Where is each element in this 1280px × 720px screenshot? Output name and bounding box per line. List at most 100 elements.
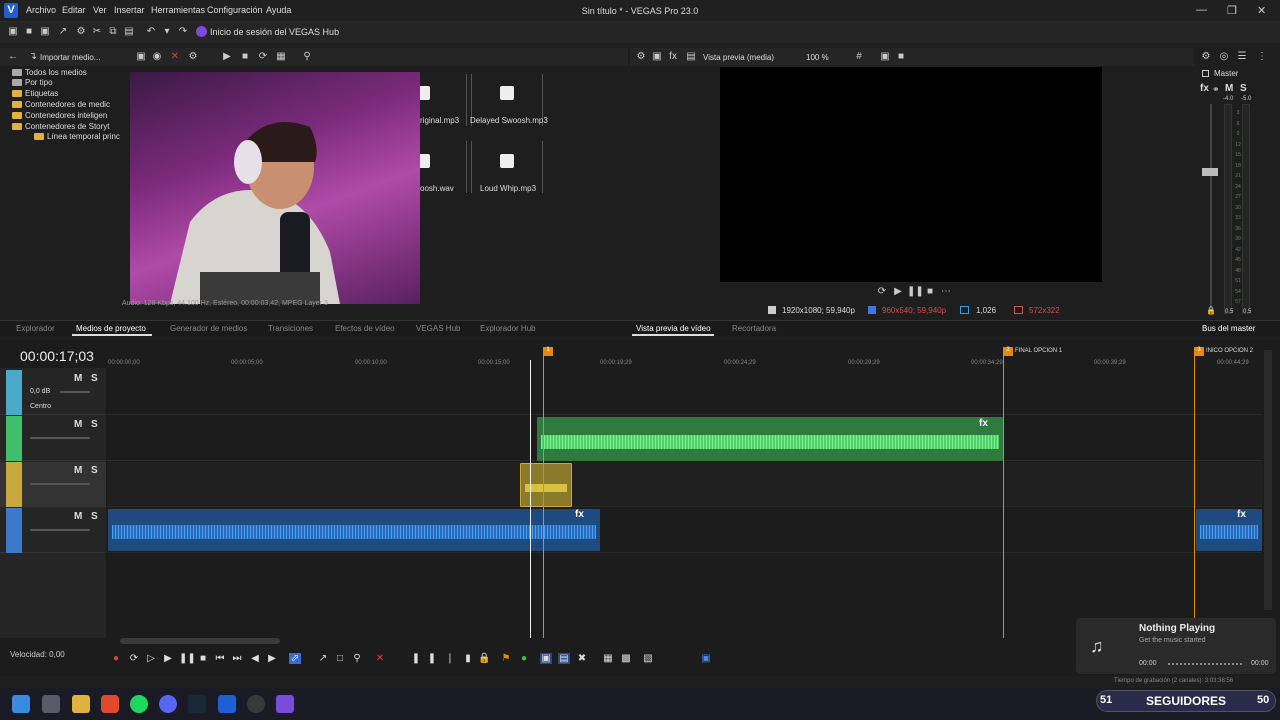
- play-preview-icon[interactable]: ▶: [220, 50, 234, 64]
- close-icon[interactable]: ✕: [1257, 4, 1266, 17]
- render-icon[interactable]: ↗: [56, 25, 70, 39]
- preview-zoom-dropdown[interactable]: 100 %: [806, 53, 829, 62]
- tree-item-media-bins[interactable]: Contenedores de medic: [12, 100, 110, 109]
- go-to-end-icon[interactable]: ⏭: [231, 653, 243, 664]
- mute-button[interactable]: M: [74, 419, 82, 430]
- audio-clip-blue-2[interactable]: [1196, 509, 1262, 551]
- vegas-hub-icon[interactable]: [196, 26, 207, 37]
- external-monitor-icon[interactable]: ▣: [650, 50, 664, 64]
- solo-button[interactable]: S: [91, 511, 98, 522]
- grid-icon[interactable]: #: [852, 50, 866, 64]
- tree-item-by-type[interactable]: Por tipo: [12, 78, 53, 87]
- steam-icon[interactable]: [188, 695, 206, 713]
- tab-explorador[interactable]: Explorador: [16, 324, 55, 333]
- stop-icon[interactable]: ■: [923, 285, 937, 299]
- mute-button[interactable]: M: [74, 373, 82, 384]
- fx-icon[interactable]: fx: [666, 50, 680, 64]
- media-tool-icon[interactable]: ▣: [134, 50, 148, 64]
- master-settings-icon[interactable]: ⚙: [1199, 50, 1213, 64]
- copy-icon[interactable]: ⧉: [106, 25, 120, 39]
- tab-transiciones[interactable]: Transiciones: [268, 324, 313, 333]
- save-snapshot-icon[interactable]: ■: [894, 50, 908, 64]
- mute-button[interactable]: M: [74, 511, 82, 522]
- marker-2[interactable]: 2: [1003, 347, 1013, 356]
- tab-vista-previa[interactable]: Vista previa de vídeo: [636, 324, 711, 333]
- hub-login-link[interactable]: Inicio de sesión del VEGAS Hub: [210, 27, 339, 37]
- trim-start-icon[interactable]: ❚: [410, 653, 422, 664]
- trim-end-icon[interactable]: ❚: [426, 653, 438, 664]
- tab-medios-de-proyecto[interactable]: Medios de proyecto: [76, 324, 146, 333]
- discord-icon[interactable]: [159, 695, 177, 713]
- mute-button[interactable]: M: [74, 465, 82, 476]
- tree-item-smart-bins[interactable]: Contenedores inteligen: [12, 111, 107, 120]
- volume-slider[interactable]: [30, 529, 90, 531]
- master-solo-button[interactable]: S: [1240, 83, 1247, 94]
- back-icon[interactable]: ←: [6, 50, 20, 64]
- playhead-cursor[interactable]: [530, 360, 531, 638]
- gear-icon[interactable]: ⚙: [74, 25, 88, 39]
- split-icon[interactable]: ❘: [444, 653, 456, 664]
- downmix-icon[interactable]: ◎: [1217, 50, 1231, 64]
- more-icon[interactable]: ⋮: [1255, 50, 1269, 64]
- insert-marker-icon[interactable]: ⚑: [500, 653, 512, 664]
- play-from-start-icon[interactable]: ▷: [145, 653, 157, 664]
- brave-browser-icon[interactable]: [101, 695, 119, 713]
- import-media-button[interactable]: Importar medio...: [40, 53, 100, 62]
- undo-icon[interactable]: ↶: [144, 25, 158, 39]
- delete-icon[interactable]: ✕: [374, 653, 386, 664]
- track-lane-3[interactable]: [107, 462, 1262, 507]
- tree-item-tags[interactable]: Etiquetas: [12, 89, 58, 98]
- task-view-icon[interactable]: [42, 695, 60, 713]
- stop-icon[interactable]: ■: [197, 653, 209, 664]
- file-explorer-icon[interactable]: [72, 695, 90, 713]
- save-icon[interactable]: ▣: [38, 25, 52, 39]
- new-file-icon[interactable]: ▣: [6, 25, 20, 39]
- preview-mode-dropdown[interactable]: Vista previa (media): [703, 53, 774, 62]
- vegas-taskbar-icon[interactable]: [218, 695, 236, 713]
- windows-start-icon[interactable]: [12, 695, 30, 713]
- solo-button[interactable]: S: [91, 373, 98, 384]
- time-ruler[interactable]: [107, 356, 1262, 370]
- cut-icon[interactable]: ✂: [90, 25, 104, 39]
- auto-ripple-icon[interactable]: ▤: [558, 653, 570, 664]
- tree-item-all[interactable]: Todos los medios: [12, 68, 87, 77]
- import-media-icon[interactable]: ↴: [26, 50, 40, 64]
- preview-screen[interactable]: [720, 67, 1102, 282]
- maximize-icon[interactable]: ❐: [1227, 4, 1237, 17]
- tree-item-main-timeline[interactable]: Línea temporal princ: [34, 132, 120, 141]
- tree-item-storyboard-bins[interactable]: Contenedores de Storyt: [12, 122, 110, 131]
- vegas-hub-taskbar-icon[interactable]: [276, 695, 294, 713]
- clip-fx-button[interactable]: fx: [979, 418, 988, 429]
- preview-settings-icon[interactable]: ⚙: [634, 50, 648, 64]
- volume-slider[interactable]: [60, 391, 90, 393]
- master-checkbox[interactable]: [1202, 70, 1209, 77]
- tab-efectos-de-video[interactable]: Efectos de vídeo: [335, 324, 395, 333]
- ignore-grouping-icon[interactable]: ▧: [642, 653, 654, 664]
- stop-preview-icon[interactable]: ■: [238, 50, 252, 64]
- timeline-horizontal-scrollbar[interactable]: [120, 638, 280, 644]
- zoom-tool-icon[interactable]: ⚲: [351, 653, 363, 664]
- split-screen-icon[interactable]: ▤: [684, 50, 698, 64]
- search-icon[interactable]: ⚲: [300, 50, 314, 64]
- audio-clip-blue[interactable]: [108, 509, 600, 551]
- solo-button[interactable]: S: [91, 419, 98, 430]
- solo-button[interactable]: S: [91, 465, 98, 476]
- audio-clip-yellow[interactable]: [520, 463, 572, 507]
- more-icon[interactable]: ⋯: [939, 285, 953, 299]
- properties-icon[interactable]: ⚙: [186, 50, 200, 64]
- view-icon[interactable]: ▦: [274, 50, 288, 64]
- undo-dropdown-icon[interactable]: ▾: [160, 25, 174, 39]
- pause-icon[interactable]: ❚❚: [907, 285, 924, 299]
- remove-media-icon[interactable]: ✕: [168, 50, 182, 64]
- envelope-tool-icon[interactable]: ↗: [317, 653, 329, 664]
- paste-icon[interactable]: ▤: [122, 25, 136, 39]
- tab-vegas-hub[interactable]: VEGAS Hub: [416, 324, 460, 333]
- spotify-icon[interactable]: [130, 695, 148, 713]
- loop-icon[interactable]: ⟳: [128, 653, 140, 664]
- event-grouping-icon[interactable]: ▦: [602, 653, 614, 664]
- redo-icon[interactable]: ↷: [176, 25, 190, 39]
- tab-bus-del-master[interactable]: Bus del master: [1202, 324, 1255, 333]
- mixer-icon[interactable]: ☰: [1235, 50, 1249, 64]
- open-folder-icon[interactable]: ■: [22, 25, 36, 39]
- master-link-icon[interactable]: ⚭: [1212, 84, 1220, 95]
